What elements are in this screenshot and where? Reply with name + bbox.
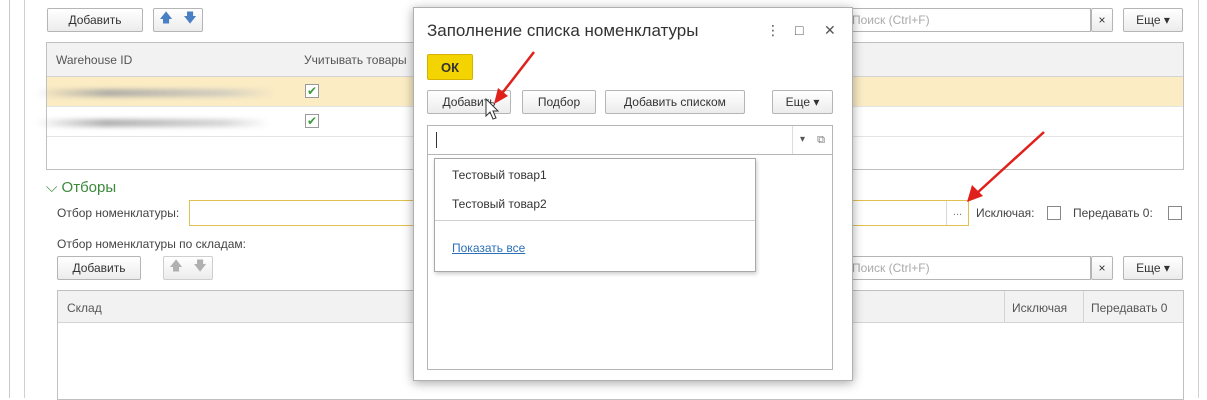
ok-button[interactable]: ОК (427, 54, 473, 80)
nomenclature-filter-label: Отбор номенклатуры: (57, 206, 180, 220)
column-count-goods[interactable]: Учитывать товары (304, 53, 407, 67)
by-warehouse-label: Отбор номенклатуры по складам: (57, 237, 246, 251)
column-warehouse-id[interactable]: Warehouse ID (56, 53, 132, 67)
blurred-value (35, 119, 270, 127)
check-icon[interactable]: ✔ (305, 84, 319, 98)
dropdown-separator (435, 220, 755, 221)
warehouse-add-button[interactable]: Добавить (47, 8, 143, 32)
by-warehouse-add-button[interactable]: Добавить (57, 256, 141, 280)
suggestion-item[interactable]: Тестовый товар2 (452, 197, 547, 211)
by-warehouse-move-buttons: 🡅 🡇 (163, 256, 213, 280)
warehouse-search-clear-button[interactable]: × (1091, 8, 1113, 32)
transfer-zero-checkbox[interactable] (1168, 206, 1182, 220)
blurred-value (35, 89, 275, 97)
column-warehouse[interactable]: Склад (67, 301, 102, 315)
close-icon[interactable]: ✕ (824, 22, 836, 39)
transfer-zero-label: Передавать 0: (1073, 206, 1153, 220)
move-down-icon[interactable]: 🡇 (178, 9, 202, 31)
annotation-arrow-icon (967, 131, 1045, 202)
fill-nomenclature-dialog: Заполнение списка номенклатуры ⋮ □ ✕ ОК … (413, 7, 853, 381)
dialog-more-button[interactable]: Еще ▾ (772, 90, 833, 114)
open-icon[interactable]: ⧉ (812, 126, 830, 154)
move-up-icon[interactable]: 🡅 (164, 257, 188, 279)
dialog-title: Заполнение списка номенклатуры (427, 21, 699, 40)
warehouse-more-button[interactable]: Еще ▾ (1123, 8, 1183, 32)
check-icon[interactable]: ✔ (305, 114, 319, 128)
annotation-arrow-icon (494, 51, 535, 104)
exclude-checkbox[interactable] (1047, 206, 1061, 220)
suggestion-dropdown: Тестовый товар1 Тестовый товар2 Показать… (434, 158, 756, 272)
move-up-icon[interactable]: 🡅 (154, 9, 178, 31)
filters-group-title[interactable]: ⌵ Отборы (46, 179, 116, 196)
show-all-link[interactable]: Показать все (452, 241, 525, 255)
maximize-icon[interactable]: □ (795, 22, 803, 38)
column-exclude[interactable]: Исключая (1012, 301, 1067, 315)
chevron-down-icon: ⌵ (46, 179, 62, 196)
column-transfer-zero[interactable]: Передавать 0 (1091, 301, 1167, 315)
exclude-label: Исключая: (976, 206, 1035, 220)
text-cursor (436, 132, 437, 148)
add-list-button[interactable]: Добавить списком (605, 90, 745, 114)
move-down-icon[interactable]: 🡇 (188, 257, 212, 279)
warehouse-search-input[interactable]: Поиск (Ctrl+F) (845, 8, 1091, 32)
by-warehouse-search-clear-button[interactable]: × (1091, 256, 1113, 280)
by-warehouse-more-button[interactable]: Еще ▾ (1123, 256, 1183, 280)
nomenclature-input[interactable]: ▾ ⧉ (427, 125, 833, 155)
suggestion-item[interactable]: Тестовый товар1 (452, 168, 547, 182)
by-warehouse-search-input[interactable]: Поиск (Ctrl+F) (845, 256, 1091, 280)
warehouse-move-buttons: 🡅 🡇 (153, 8, 203, 32)
menu-icon[interactable]: ⋮ (766, 22, 780, 39)
dropdown-arrow-icon[interactable]: ▾ (792, 126, 812, 154)
